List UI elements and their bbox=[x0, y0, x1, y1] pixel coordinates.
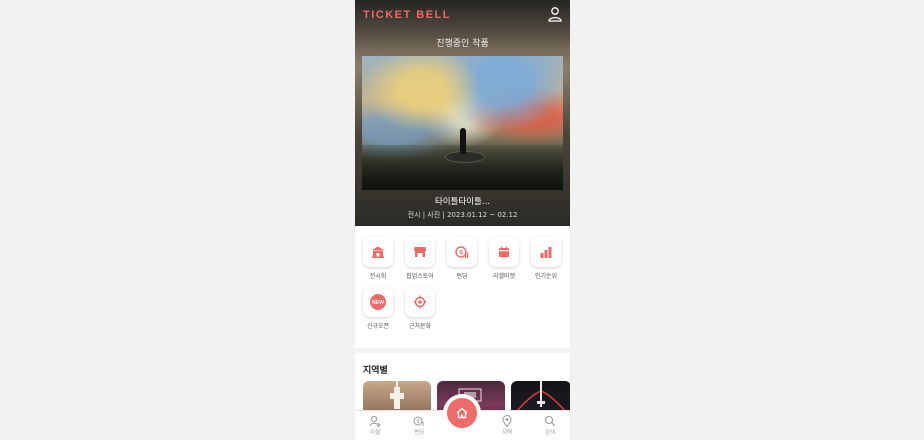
location-target-icon bbox=[405, 287, 435, 317]
section-title: 지역별 bbox=[363, 366, 388, 376]
museum-icon bbox=[363, 237, 393, 267]
user-profile-icon[interactable] bbox=[547, 6, 563, 22]
tab-resell[interactable]: 리셀 bbox=[360, 415, 390, 436]
app-logo[interactable]: TICKET BELL bbox=[363, 9, 451, 21]
tab-region[interactable]: 지역 bbox=[492, 415, 522, 436]
menu-item-ranking[interactable]: 인기순위 bbox=[526, 237, 566, 280]
category-menu: 전시회 팝업스토어 $ 펀딩 리셀마켓 인기순위 NEW 신규오픈 근처문화 bbox=[355, 226, 570, 348]
menu-item-popup-store[interactable]: 팝업스토어 bbox=[400, 237, 440, 280]
tab-label: 검색 bbox=[544, 430, 556, 436]
search-icon bbox=[544, 415, 556, 427]
slide-meta: 전시 | 사진 | 2023.01.12 ~ 02.12 bbox=[407, 211, 518, 219]
svg-text:NEW: NEW bbox=[372, 300, 384, 306]
svg-text:$: $ bbox=[417, 419, 420, 425]
bar-chart-icon bbox=[531, 237, 561, 267]
person-silhouette bbox=[460, 128, 466, 154]
home-icon bbox=[456, 407, 468, 419]
section-label: 진행중인 작품 bbox=[436, 39, 489, 49]
menu-item-exhibition[interactable]: 전시회 bbox=[358, 237, 398, 280]
menu-item-label: 전시회 bbox=[369, 273, 387, 280]
menu-item-label: 인기순위 bbox=[534, 273, 558, 280]
map-pin-icon bbox=[502, 415, 512, 427]
funding-coin-icon: $ bbox=[447, 237, 477, 267]
home-button[interactable] bbox=[447, 398, 477, 428]
menu-item-label: 팝업스토어 bbox=[406, 273, 434, 280]
menu-item-label: 펀딩 bbox=[456, 273, 468, 280]
menu-item-nearby[interactable]: 근처문화 bbox=[400, 287, 440, 330]
store-icon bbox=[405, 237, 435, 267]
new-badge-icon: NEW bbox=[363, 287, 393, 317]
page-background: TICKET BELL 진행중인 작품 타이틀타이틀... 전시 | 사진 | … bbox=[0, 0, 924, 440]
menu-item-resell-market[interactable]: 리셀마켓 bbox=[484, 237, 524, 280]
funding-icon: $ bbox=[413, 416, 424, 426]
resell-icon bbox=[369, 415, 381, 427]
menu-item-label: 리셀마켓 bbox=[492, 273, 516, 280]
tab-label: 펀딩 bbox=[413, 430, 425, 436]
tab-label: 리셀 bbox=[369, 430, 381, 436]
hero-carousel[interactable]: TICKET BELL 진행중인 작품 타이틀타이틀... 전시 | 사진 | … bbox=[355, 0, 570, 226]
menu-item-label: 근처문화 bbox=[408, 323, 432, 330]
menu-item-new-open[interactable]: NEW 신규오픈 bbox=[358, 287, 398, 330]
market-icon bbox=[489, 237, 519, 267]
svg-text:$: $ bbox=[459, 251, 463, 257]
menu-item-funding[interactable]: $ 펀딩 bbox=[442, 237, 482, 280]
slide-title[interactable]: 타이틀타이틀... bbox=[355, 195, 570, 207]
tab-search[interactable]: 검색 bbox=[535, 415, 565, 436]
tab-funding[interactable]: $ 펀딩 bbox=[404, 415, 434, 436]
tab-label: 지역 bbox=[501, 430, 513, 436]
menu-item-label: 신규오픈 bbox=[366, 323, 390, 330]
mobile-screen: TICKET BELL 진행중인 작품 타이틀타이틀... 전시 | 사진 | … bbox=[355, 0, 570, 440]
